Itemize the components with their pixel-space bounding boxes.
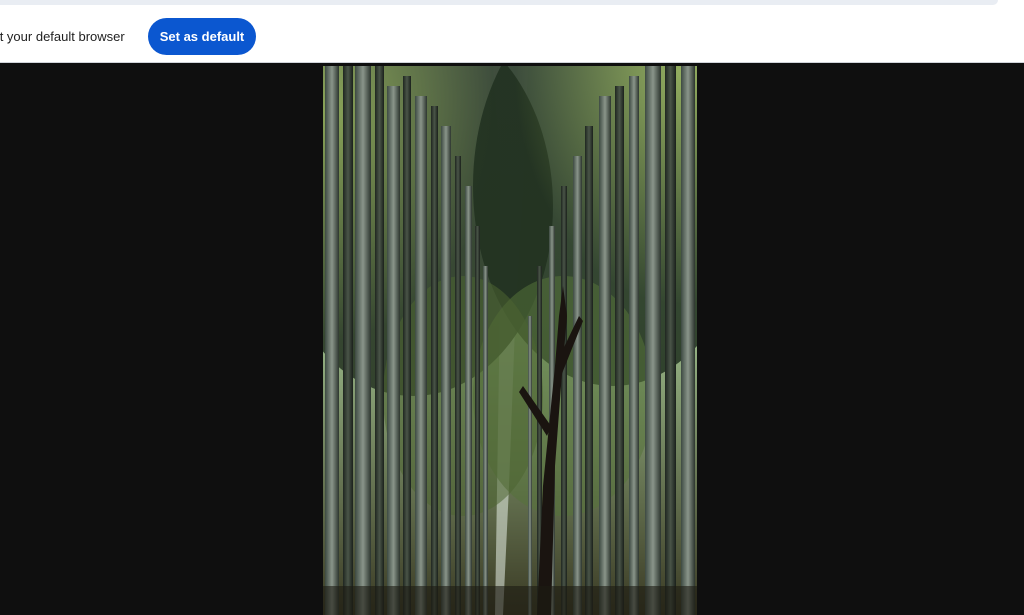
top-strip [0,0,1024,11]
default-browser-infobar: n't your default browser Set as default [0,11,1024,63]
bamboo-forest-photo[interactable] [323,66,697,615]
image-viewer [0,63,1024,615]
infobar-message: n't your default browser [0,29,125,44]
photo-illustration [323,66,697,615]
set-as-default-button[interactable]: Set as default [148,18,256,55]
top-address-bar-edge [0,0,998,5]
